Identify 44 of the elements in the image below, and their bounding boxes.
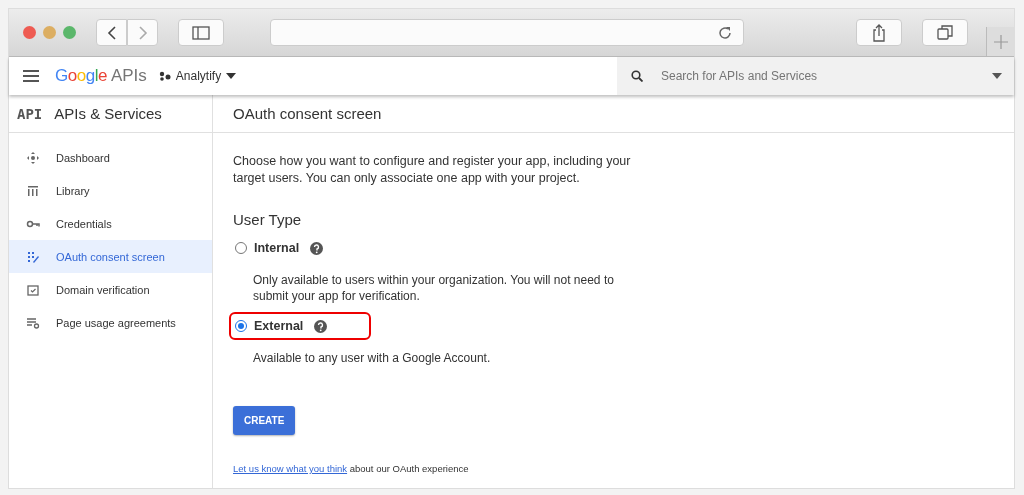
sidebar-item[interactable]: Domain verification: [9, 273, 212, 306]
tabs-button[interactable]: [922, 19, 968, 46]
product-name: APIs: [110, 66, 147, 86]
option-description: Available to any user with a Google Account.: [253, 350, 492, 366]
create-button[interactable]: CREATE: [233, 406, 296, 435]
caret-icon: [226, 73, 237, 79]
search-field[interactable]: Search for APIs and Services: [617, 57, 1014, 95]
radio-label[interactable]: External: [254, 319, 304, 333]
project-selector[interactable]: Analytify: [158, 69, 237, 83]
tabs-icon: [937, 24, 953, 41]
help-icon[interactable]: [314, 319, 328, 333]
intro-text: Choose how you want to configure and register your app, including your target users. You can only associate one app with your project.: [233, 153, 632, 187]
feedback-text: about our OAuth experience: [349, 463, 469, 474]
close-icon[interactable]: [23, 26, 36, 39]
sidebar-button[interactable]: [178, 19, 224, 46]
menu-icon[interactable]: [23, 70, 39, 82]
dropdown-icon[interactable]: [992, 73, 1002, 79]
reload-icon[interactable]: [717, 24, 733, 41]
page-title: OAuth consent screen: [233, 105, 382, 122]
maximize-icon[interactable]: [63, 26, 76, 39]
share-button[interactable]: [856, 19, 902, 46]
back-icon: [106, 24, 117, 41]
feedback-link[interactable]: Let us know what you think: [233, 463, 348, 474]
radio-option[interactable]: Internal: [229, 234, 330, 262]
forward-icon: [137, 24, 148, 41]
plus-icon: [993, 34, 1008, 49]
back-button[interactable]: [96, 19, 127, 46]
section-heading: User Type: [233, 211, 303, 228]
sidebar-item[interactable]: Credentials: [9, 207, 212, 240]
api-label: API: [17, 105, 43, 122]
sidebar-title: APIs & Services: [54, 105, 162, 122]
sidebar-item[interactable]: OAuth consent screen: [9, 240, 212, 273]
help-icon[interactable]: [310, 241, 324, 255]
sidebar-item[interactable]: Page usage agreements: [9, 306, 212, 339]
search-icon: [631, 70, 643, 82]
sidebar-icon: [192, 25, 210, 40]
project-icon: [158, 71, 171, 81]
share-icon: [872, 23, 886, 42]
option-description: Only available to users within your organization. You will not need to submit your app for verification.: [253, 272, 615, 304]
sidebar-item[interactable]: Dashboard: [9, 141, 212, 174]
dashboard-icon: [25, 149, 41, 166]
sidebar-item[interactable]: Library: [9, 174, 212, 207]
radio-label[interactable]: Internal: [254, 241, 300, 255]
logo: Google: [55, 66, 107, 86]
